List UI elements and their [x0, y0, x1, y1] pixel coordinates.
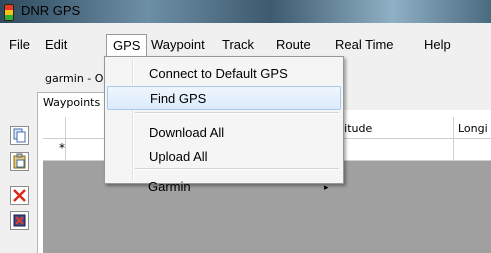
delete-button[interactable] [10, 186, 29, 205]
column-header-longitude[interactable]: Longi [458, 122, 488, 135]
delete-icon [13, 189, 26, 202]
menu-item-find-gps[interactable]: Find GPS [107, 86, 341, 110]
clear-button[interactable] [10, 211, 29, 230]
menu-route[interactable]: Route [276, 36, 311, 54]
menu-real-time[interactable]: Real Time [335, 36, 394, 54]
menu-help[interactable]: Help [424, 36, 451, 54]
paste-button[interactable] [10, 152, 29, 171]
menu-item-garmin[interactable]: Garmin ▸ [106, 175, 340, 199]
menu-item-download-all[interactable]: Download All [107, 121, 341, 145]
menu-item-upload-all[interactable]: Upload All [107, 145, 341, 169]
paste-icon [13, 153, 26, 169]
menu-separator [135, 168, 339, 170]
submenu-arrow-icon: ▸ [324, 182, 329, 192]
menu-item-connect-default-gps[interactable]: Connect to Default GPS [107, 62, 341, 86]
menu-gps[interactable]: GPS [106, 34, 148, 56]
menu-waypoint[interactable]: Waypoint [151, 36, 205, 54]
copy-icon [13, 128, 26, 143]
menu-item-garmin-label: Garmin [148, 179, 191, 194]
title-bar: DNR GPS [0, 0, 491, 23]
menu-file[interactable]: File [9, 36, 30, 54]
device-tab[interactable]: garmin - Or [45, 72, 108, 85]
copy-button[interactable] [10, 126, 29, 145]
gps-menu-dropdown: Connect to Default GPS Find GPS Download… [104, 56, 344, 184]
traffic-light-icon [4, 4, 14, 21]
menu-edit[interactable]: Edit [45, 36, 67, 54]
menu-track[interactable]: Track [222, 36, 254, 54]
menu-bar: File Edit GPS Waypoint Track Route Real … [0, 33, 491, 57]
window-title: DNR GPS [21, 3, 81, 18]
tab-waypoints-label: Waypoints [43, 96, 101, 109]
clear-icon [13, 214, 26, 227]
menu-separator [135, 112, 339, 114]
tab-waypoints[interactable]: Waypoints [37, 92, 107, 111]
